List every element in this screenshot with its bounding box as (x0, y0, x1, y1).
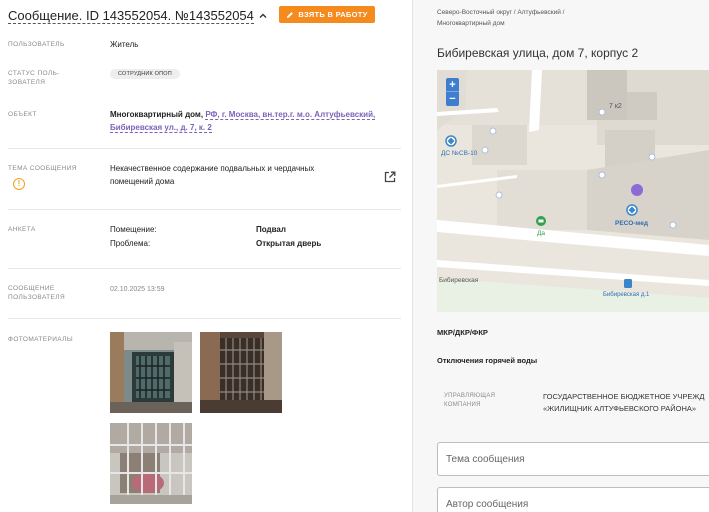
message-title[interactable]: Сообщение. ID 143552054. №143552054 (8, 8, 254, 24)
photo-thumbnail[interactable] (110, 423, 192, 504)
user-status-label-line1: СТАТУС ПОЛЬ- (8, 70, 60, 77)
message-topic-field[interactable]: Тема сообщения (437, 442, 709, 476)
breadcrumb-line1[interactable]: Северо-Восточный округ / Алтуфьевский / (437, 7, 564, 18)
user-value: Житель (110, 40, 139, 49)
topic-value-line2: помещений дома (110, 177, 175, 186)
map-label-poi-left: ДС №СВ-10 (441, 150, 478, 157)
zoom-out-button[interactable]: − (446, 92, 459, 106)
user-status-label-line2: ЗОВАТЕЛЯ (8, 79, 46, 86)
map-label-poi-reso: РЕСО-мед (615, 220, 648, 227)
form-label: АНКЕТА (8, 226, 36, 233)
map-zoom-controls: + − (446, 78, 459, 106)
map[interactable]: 7 к2 ДС №СВ-10 РЕСО-мед Да Бибиревская Б… (437, 70, 709, 312)
divider (8, 209, 401, 210)
form-value-problem: Открытая дверь (256, 239, 322, 248)
basement-grate-photo (200, 332, 282, 413)
user-status-label: СТАТУС ПОЛЬ- ЗОВАТЕЛЯ (8, 69, 60, 87)
status-badge: СОТРУДНИК ОПОП (110, 69, 180, 79)
message-author-field[interactable]: Автор сообщения (437, 487, 709, 512)
address-title: Бибиревская улица, дом 7, корпус 2 (437, 46, 639, 60)
message-label-line1: СООБЩЕНИЕ (8, 285, 55, 292)
divider (8, 268, 401, 269)
take-to-work-button[interactable]: ВЗЯТЬ В РАБОТУ (279, 6, 375, 23)
external-link-icon[interactable] (384, 171, 396, 183)
object-address-link-line2[interactable]: Бибиревская ул., д. 7, к. 2 (110, 123, 212, 133)
user-label: ПОЛЬЗОВАТЕЛЬ (8, 41, 65, 48)
basement-door-photo (110, 332, 192, 413)
topic-value: Некачественное содержание подвальных и ч… (110, 162, 314, 188)
map-label-street: Бибиревская (439, 276, 479, 284)
basement-interior-photo (110, 423, 192, 504)
breadcrumb: Северо-Восточный округ / Алтуфьевский / … (437, 7, 564, 29)
message-label-line2: ПОЛЬЗОВАТЕЛЯ (8, 294, 66, 301)
map-label-bus-stop: Бибиревская д.1 (603, 292, 650, 298)
breadcrumb-line2[interactable]: Многоквартирный дом (437, 18, 564, 29)
map-canvas[interactable]: 7 к2 ДС №СВ-10 РЕСО-мед Да Бибиревская Б… (437, 70, 709, 312)
message-details-panel: Сообщение. ID 143552054. №143552054 ВЗЯТ… (0, 0, 412, 512)
location-marker[interactable] (631, 184, 643, 196)
message-topic-placeholder: Тема сообщения (446, 453, 525, 465)
photos-label: ФОТОМАТЕРИАЛЫ (8, 336, 73, 343)
object-info-panel: Северо-Восточный округ / Алтуфьевский / … (413, 0, 709, 512)
divider (8, 148, 401, 149)
form-key-problem: Проблема: (110, 239, 151, 248)
form-key-room: Помещение: (110, 225, 157, 234)
zoom-in-button[interactable]: + (446, 78, 459, 92)
managing-company-value-line2: «ЖИЛИЩНИК АЛТУФЬЕВСКОГО РАЙОНА» (543, 404, 697, 413)
managing-company-label-line2: КОМПАНИЯ (444, 402, 481, 408)
message-datetime: 02.10.2025 13:59 (110, 286, 165, 293)
message-author-placeholder: Автор сообщения (446, 498, 529, 510)
photo-thumbnail[interactable] (200, 332, 282, 413)
map-label-poi-da: Да (537, 230, 545, 237)
chevron-up-icon[interactable] (258, 11, 268, 21)
topic-label: ТЕМА СООБЩЕНИЯ (8, 165, 77, 172)
form-value-room: Подвал (256, 225, 286, 234)
take-to-work-label: ВЗЯТЬ В РАБОТУ (298, 10, 368, 19)
pencil-icon (287, 11, 294, 18)
divider (8, 318, 401, 319)
object-type: Многоквартирный дом, (110, 110, 204, 119)
section-mkr[interactable]: МКР/ДКР/ФКР (437, 328, 488, 337)
managing-company-value-line1: ГОСУДАРСТВЕННОЕ БЮДЖЕТНОЕ УЧРЕЖД (543, 392, 705, 401)
object-address-link-line1[interactable]: РФ, г. Москва, вн.тер.г. м.о. Алтуфьевск… (205, 110, 376, 120)
topic-value-line1: Некачественное содержание подвальных и ч… (110, 164, 315, 173)
map-label-building: 7 к2 (609, 103, 622, 110)
object-label: ОБЪЕКТ (8, 111, 37, 118)
managing-company-label: УПРАВЛЯЮЩАЯ КОМПАНИЯ (444, 392, 495, 410)
object-value: Многоквартирный дом, РФ, г. Москва, вн.т… (110, 108, 400, 134)
section-hot-water[interactable]: Отключения горячей воды (437, 356, 537, 365)
photo-thumbnail[interactable] (110, 332, 192, 413)
managing-company-label-line1: УПРАВЛЯЮЩАЯ (444, 393, 496, 399)
managing-company-value: ГОСУДАРСТВЕННОЕ БЮДЖЕТНОЕ УЧРЕЖД «ЖИЛИЩН… (543, 391, 704, 415)
warning-icon: ! (13, 178, 25, 190)
message-header: Сообщение. ID 143552054. №143552054 (8, 6, 268, 26)
message-label: СООБЩЕНИЕ ПОЛЬЗОВАТЕЛЯ (8, 284, 65, 302)
